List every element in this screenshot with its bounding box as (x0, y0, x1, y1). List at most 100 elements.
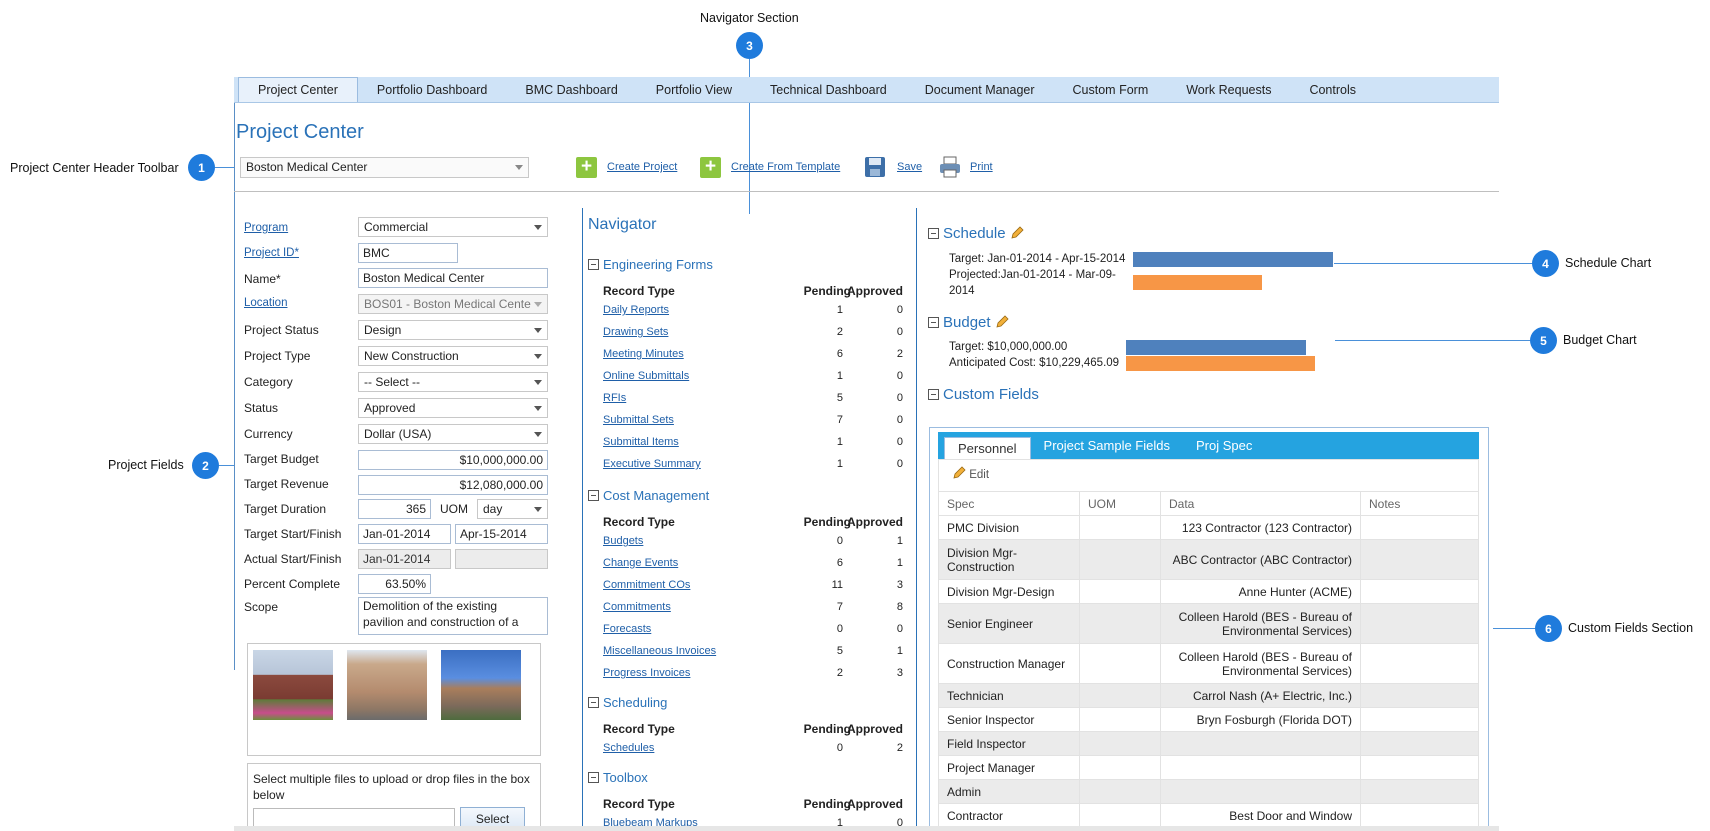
location-label[interactable]: Location (244, 297, 287, 309)
table-row[interactable]: Division Mgr-Construction ABC Contractor … (938, 539, 1479, 580)
column-header-spec[interactable]: Spec (938, 491, 1080, 516)
save-icon[interactable] (864, 156, 886, 178)
percent-complete-input[interactable]: 63.50% (358, 574, 431, 594)
create-project-icon[interactable]: + (576, 157, 597, 178)
record-type-link[interactable]: RFIs (603, 392, 626, 404)
program-select[interactable]: Commercial (358, 217, 548, 237)
project-type-select[interactable]: New Construction (358, 346, 548, 366)
column-header-notes[interactable]: Notes (1360, 491, 1479, 516)
tab-personnel[interactable]: Personnel (944, 437, 1031, 459)
table-row[interactable]: Project Manager (938, 755, 1479, 780)
budget-header[interactable]: Budget (928, 313, 1009, 331)
category-select[interactable]: -- Select -- (358, 372, 548, 392)
collapse-icon[interactable] (588, 772, 599, 783)
target-budget-input[interactable]: $10,000,000.00 (358, 450, 548, 470)
navigator-section-scheduling[interactable]: Scheduling (588, 695, 667, 710)
uom-select[interactable]: day (477, 499, 548, 519)
target-finish-input[interactable]: Apr-15-2014 (455, 524, 548, 544)
navigator-section-cost-management[interactable]: Cost Management (588, 488, 709, 503)
target-duration-input[interactable]: 365 (358, 499, 431, 519)
uom-label: UOM (440, 502, 468, 516)
tab-technical-dashboard[interactable]: Technical Dashboard (751, 78, 906, 102)
record-type-link[interactable]: Forecasts (603, 623, 651, 635)
schedule-header[interactable]: Schedule (928, 224, 1024, 242)
location-select[interactable]: BOS01 - Boston Medical Cente (358, 294, 548, 314)
record-type-link[interactable]: Commitments (603, 601, 671, 613)
target-revenue-input[interactable]: $12,080,000.00 (358, 475, 548, 495)
currency-select[interactable]: Dollar (USA) (358, 424, 548, 444)
print-link[interactable]: Print (970, 161, 993, 173)
create-from-template-link[interactable]: Create From Template (731, 161, 840, 173)
target-start-input[interactable]: Jan-01-2014 (358, 524, 451, 544)
navigator-section-engineering-forms[interactable]: Engineering Forms (588, 257, 713, 272)
tab-project-center[interactable]: Project Center (238, 77, 358, 102)
collapse-icon[interactable] (588, 259, 599, 270)
table-row[interactable]: Contractor Best Door and Window (938, 803, 1479, 828)
table-row[interactable]: Division Mgr-Design Anne Hunter (ACME) (938, 579, 1479, 604)
table-row[interactable]: Field Inspector (938, 731, 1479, 756)
project-select[interactable]: Boston Medical Center (240, 157, 529, 178)
column-header-uom[interactable]: UOM (1079, 491, 1161, 516)
record-type-link[interactable]: Submittal Sets (603, 414, 674, 426)
status-select[interactable]: Approved (358, 398, 548, 418)
tab-proj-spec[interactable]: Proj Spec (1183, 432, 1265, 459)
edit-button[interactable]: Edit (952, 466, 989, 481)
collapse-icon[interactable] (588, 697, 599, 708)
actual-finish-input[interactable] (455, 549, 548, 569)
approved-count: 0 (896, 414, 903, 426)
approved-count: 2 (896, 742, 903, 754)
project-id-label[interactable]: Project ID* (244, 247, 299, 259)
status-label: Status (244, 401, 279, 415)
navigator-row: Progress Invoices 2 3 (603, 667, 905, 689)
project-photo-1[interactable] (253, 650, 333, 720)
save-link[interactable]: Save (897, 161, 922, 173)
record-type-link[interactable]: Schedules (603, 742, 654, 754)
tab-document-manager[interactable]: Document Manager (906, 78, 1054, 102)
record-type-link[interactable]: Online Submittals (603, 370, 689, 382)
collapse-icon[interactable] (928, 389, 939, 400)
tab-portfolio-view[interactable]: Portfolio View (637, 78, 751, 102)
table-row[interactable]: Admin (938, 779, 1479, 804)
table-row[interactable]: Technician Carrol Nash (A+ Electric, Inc.… (938, 683, 1479, 708)
create-project-link[interactable]: Create Project (607, 161, 677, 173)
program-label[interactable]: Program (244, 222, 288, 234)
tab-project-sample-fields[interactable]: Project Sample Fields (1031, 432, 1183, 459)
record-type-link[interactable]: Miscellaneous Invoices (603, 645, 716, 657)
print-icon[interactable] (938, 155, 962, 179)
column-pending: Pending (803, 515, 851, 529)
tab-bmc-dashboard[interactable]: BMC Dashboard (506, 78, 636, 102)
horizontal-scrollbar[interactable] (234, 826, 1499, 831)
table-row[interactable]: Senior Engineer Colleen Harold (BES - Bur… (938, 603, 1479, 644)
record-type-link[interactable]: Change Events (603, 557, 678, 569)
column-header-data[interactable]: Data (1160, 491, 1361, 516)
record-type-link[interactable]: Executive Summary (603, 458, 701, 470)
tab-portfolio-dashboard[interactable]: Portfolio Dashboard (358, 78, 506, 102)
name-input[interactable]: Boston Medical Center (358, 268, 548, 288)
record-type-link[interactable]: Progress Invoices (603, 667, 690, 679)
record-type-link[interactable]: Meeting Minutes (603, 348, 684, 360)
record-type-link[interactable]: Submittal Items (603, 436, 679, 448)
pending-count: 1 (836, 458, 843, 470)
actual-start-input[interactable]: Jan-01-2014 (358, 549, 451, 569)
project-id-input[interactable]: BMC (358, 243, 458, 263)
record-type-link[interactable]: Daily Reports (603, 304, 669, 316)
project-photo-3[interactable] (441, 650, 521, 720)
tab-controls[interactable]: Controls (1290, 78, 1375, 102)
navigator-section-toolbox[interactable]: Toolbox (588, 770, 648, 785)
collapse-icon[interactable] (928, 317, 939, 328)
project-photo-2[interactable] (347, 650, 427, 720)
table-row[interactable]: Senior Inspector Bryn Fosburgh (Florida D… (938, 707, 1479, 732)
scope-textarea[interactable]: Demolition of the existing pavilion and … (358, 597, 548, 635)
table-row[interactable]: Construction Manager Colleen Harold (BES … (938, 643, 1479, 684)
record-type-link[interactable]: Commitment COs (603, 579, 690, 591)
tab-work-requests[interactable]: Work Requests (1167, 78, 1290, 102)
create-from-template-icon[interactable]: + (700, 157, 721, 178)
tab-custom-form[interactable]: Custom Form (1054, 78, 1168, 102)
record-type-link[interactable]: Budgets (603, 535, 643, 547)
table-row[interactable]: PMC Division 123 Contractor (123 Contract… (938, 515, 1479, 540)
collapse-icon[interactable] (588, 490, 599, 501)
project-status-select[interactable]: Design (358, 320, 548, 340)
custom-fields-header[interactable]: Custom Fields (928, 386, 1039, 403)
record-type-link[interactable]: Drawing Sets (603, 326, 668, 338)
collapse-icon[interactable] (928, 228, 939, 239)
